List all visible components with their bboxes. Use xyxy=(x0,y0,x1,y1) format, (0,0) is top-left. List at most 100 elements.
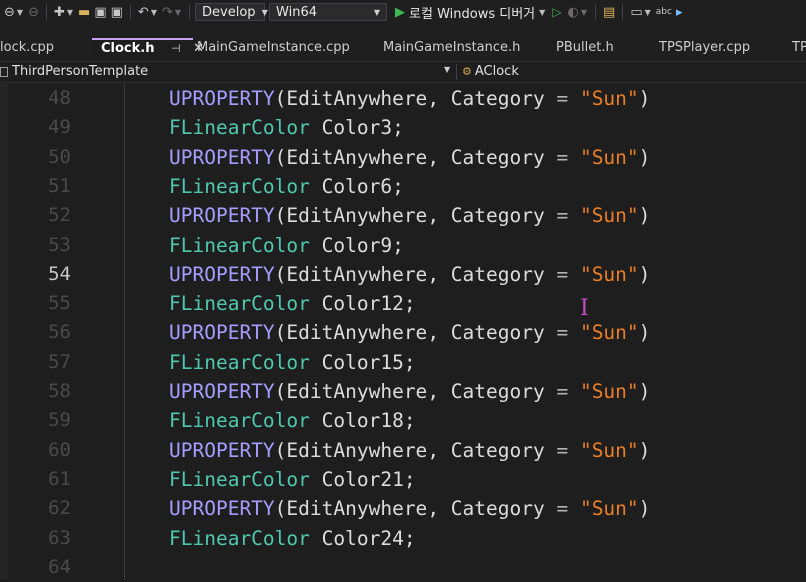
pin-tab-icon[interactable]: ⊣ xyxy=(171,42,181,55)
open-folder-icon[interactable]: ▬ xyxy=(78,3,90,21)
class-icon: ⚙ xyxy=(462,65,472,78)
code-editor[interactable]: 48 UPROPERTY(EditAnywhere, Category = "Su… xyxy=(0,84,806,579)
punctuation-token: , xyxy=(427,321,451,345)
save-icon[interactable]: ▣ xyxy=(94,3,106,21)
undo-dropdown-icon[interactable]: ▼ xyxy=(151,8,157,17)
start-debugging-button[interactable]: 로컬 Windows 디버거 xyxy=(409,3,535,22)
macro-token: UPROPERTY xyxy=(169,204,275,228)
type-token: FLinearColor xyxy=(169,409,310,433)
code-line[interactable]: 63 FLinearColor Color24; xyxy=(0,524,806,553)
undo-icon[interactable]: ↶ xyxy=(138,3,149,21)
project-dropdown[interactable]: ThirdPersonTemplate xyxy=(0,64,148,79)
specifier-token: EditAnywhere xyxy=(286,145,428,169)
toolbar-separator xyxy=(189,4,191,20)
type-token: FLinearColor xyxy=(169,526,310,550)
tab-label: lock.cpp xyxy=(0,40,55,55)
macro-token: UPROPERTY xyxy=(169,497,275,521)
window-layout-icon[interactable]: ▭ xyxy=(630,3,642,21)
punctuation-token: , xyxy=(427,204,451,228)
tab-maingameinstance-h[interactable]: MainGameInstance.h xyxy=(383,38,520,60)
code-line[interactable]: 55 FLinearColor Color12; xyxy=(0,289,806,318)
punctuation-token: ( xyxy=(274,321,287,345)
hot-reload-icon[interactable]: ◐ xyxy=(568,3,579,21)
punctuation-token: ) xyxy=(638,380,651,403)
punctuation-token: ; xyxy=(403,350,416,374)
navigate-forward-icon[interactable]: ⊖ xyxy=(28,3,39,21)
platform-select[interactable]: Win64 ▼ xyxy=(269,3,388,21)
debugger-dropdown-icon[interactable]: ▼ xyxy=(539,8,545,17)
code-line[interactable]: 56 UPROPERTY(EditAnywhere, Category = "Su… xyxy=(0,318,806,347)
punctuation-token: ) xyxy=(638,497,651,521)
code-line[interactable]: 48 UPROPERTY(EditAnywhere, Category = "Su… xyxy=(0,84,806,113)
main-toolbar: ⊖ ▼ ⊖ ✚ ▼ ▬ ▣ ▣ ↶ ▼ ↷ ▼ Develop ▼ Win64 … xyxy=(0,0,806,24)
code-line[interactable]: 51 FLinearColor Color6; xyxy=(0,172,806,201)
code-text: FLinearColor Color6; xyxy=(169,172,404,201)
line-number: 62 xyxy=(48,497,71,520)
save-all-icon[interactable]: ▣ xyxy=(111,3,123,21)
tab-pbullet-h[interactable]: PBullet.h xyxy=(556,38,614,60)
tab-lock-cpp[interactable]: lock.cpp xyxy=(0,38,54,60)
toolbar-separator xyxy=(622,4,624,20)
configuration-select[interactable]: Develop ▼ xyxy=(195,3,268,21)
punctuation-token: , xyxy=(427,87,451,110)
class-name: AClock xyxy=(474,64,519,79)
line-number: 49 xyxy=(48,116,71,139)
code-line[interactable]: 50 UPROPERTY(EditAnywhere, Category = "Su… xyxy=(0,143,806,172)
hot-reload-dropdown-icon[interactable]: ▼ xyxy=(581,8,587,17)
line-number: 58 xyxy=(48,380,71,402)
tab-maingameinstance-cpp[interactable]: MainGameInstance.cpp xyxy=(197,38,350,60)
code-text: UPROPERTY(EditAnywhere, Category = "Sun"… xyxy=(169,143,650,172)
chevron-down-icon: ▼ xyxy=(261,7,268,17)
operator-token: = xyxy=(544,145,580,169)
line-number: 54 xyxy=(48,262,71,285)
code-text: FLinearColor Color15; xyxy=(169,348,416,377)
variable-token: Color3 xyxy=(321,116,393,140)
tab-clock-h[interactable]: Clock.h ⊣ ✕ xyxy=(92,38,204,60)
string-token: "Sun" xyxy=(579,438,639,462)
macro-token: UPROPERTY xyxy=(169,262,275,286)
punctuation-token: ; xyxy=(403,526,416,550)
tab-label: PBullet.h xyxy=(556,40,614,55)
code-line[interactable]: 58 UPROPERTY(EditAnywhere, Category = "Su… xyxy=(0,377,806,406)
code-line[interactable]: 49 FLinearColor Color3; xyxy=(0,113,806,142)
code-line[interactable]: 64 xyxy=(0,553,806,582)
navigate-back-icon[interactable]: ⊖ xyxy=(4,3,15,21)
project-name: ThirdPersonTemplate xyxy=(12,64,149,79)
punctuation-token: ; xyxy=(403,467,416,491)
punctuation-token: , xyxy=(427,497,451,521)
tab-overflow[interactable]: TP xyxy=(792,38,806,60)
layout-dropdown-icon[interactable]: ▼ xyxy=(645,8,651,17)
redo-icon[interactable]: ↷ xyxy=(162,3,173,21)
code-line[interactable]: 52 UPROPERTY(EditAnywhere, Category = "Su… xyxy=(0,201,806,230)
solution-explorer-icon[interactable]: ▤ xyxy=(603,3,615,21)
category-key-token: Category xyxy=(450,380,545,403)
bookmark-icon[interactable]: ▸ xyxy=(676,3,683,21)
start-debugging-icon[interactable]: ▶ xyxy=(395,5,405,20)
code-line[interactable]: 57 FLinearColor Color15; xyxy=(0,348,806,377)
code-text: UPROPERTY(EditAnywhere, Category = "Sun"… xyxy=(169,201,650,230)
new-project-icon[interactable]: ✚ xyxy=(54,3,65,21)
redo-dropdown-icon[interactable]: ▼ xyxy=(175,8,181,17)
new-project-dropdown-icon[interactable]: ▼ xyxy=(67,8,73,17)
code-line[interactable]: 59 FLinearColor Color18; xyxy=(0,406,806,435)
tab-tpsplayer-cpp[interactable]: TPSPlayer.cpp xyxy=(659,38,750,60)
code-text: UPROPERTY(EditAnywhere, Category = "Sun"… xyxy=(169,436,650,465)
code-line[interactable]: 61 FLinearColor Color21; xyxy=(0,465,806,494)
start-without-debugging-icon[interactable]: ▷ xyxy=(552,5,561,19)
variable-token: Color18 xyxy=(321,409,404,433)
back-dropdown-icon[interactable]: ▼ xyxy=(17,8,23,17)
platform-value: Win64 xyxy=(276,4,318,20)
class-dropdown[interactable]: ⚙ AClock xyxy=(462,64,519,79)
line-number: 50 xyxy=(48,145,71,168)
chevron-down-icon[interactable]: ▼ xyxy=(444,65,450,74)
code-line[interactable]: 54 UPROPERTY(EditAnywhere, Category = "Su… xyxy=(0,260,806,289)
code-line[interactable]: 53 FLinearColor Color9; xyxy=(0,231,806,260)
punctuation-token: ) xyxy=(638,87,651,110)
punctuation-token: ) xyxy=(638,145,651,169)
code-line[interactable]: 60 UPROPERTY(EditAnywhere, Category = "Su… xyxy=(0,436,806,465)
code-text: FLinearColor Color24; xyxy=(169,524,416,553)
category-key-token: Category xyxy=(450,321,545,345)
code-line[interactable]: 62 UPROPERTY(EditAnywhere, Category = "Su… xyxy=(0,494,806,523)
spell-check-icon[interactable]: abc xyxy=(656,3,672,21)
